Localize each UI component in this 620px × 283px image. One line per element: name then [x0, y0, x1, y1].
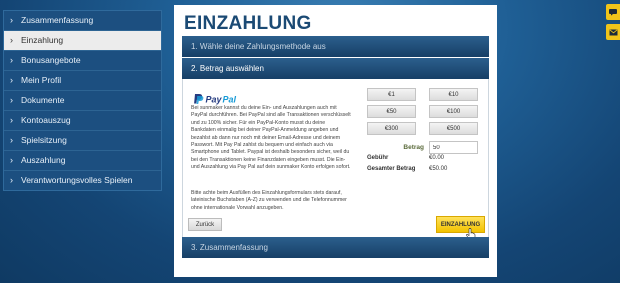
step-summary[interactable]: 3. Zusammenfassung [182, 237, 489, 258]
chevron-right-icon: › [10, 95, 13, 105]
amount-button-100[interactable]: €100 [429, 105, 478, 118]
sidebar-item-verantwortungsvolles-spielen[interactable]: › Verantwortungsvolles Spielen [4, 171, 161, 190]
chevron-right-icon: › [10, 155, 13, 165]
amount-input[interactable] [429, 141, 478, 154]
sidebar-item-zusammenfassung[interactable]: › Zusammenfassung [4, 11, 161, 31]
chevron-right-icon: › [10, 115, 13, 125]
sidebar-item-label: Auszahlung [21, 155, 66, 165]
sidebar-item-label: Zusammenfassung [21, 15, 94, 25]
deposit-panel: EINZAHLUNG 1. Wähle deine Zahlungsmethod… [174, 5, 497, 277]
chevron-right-icon: › [10, 175, 13, 185]
sidebar-item-bonusangebote[interactable]: › Bonusangebote [4, 51, 161, 71]
paypal-logo-pay: Pay [206, 95, 223, 105]
step-select-amount[interactable]: 2. Betrag auswählen [182, 58, 489, 79]
sidebar-item-label: Einzahlung [21, 35, 64, 45]
page-title: EINZAHLUNG [184, 13, 312, 34]
sidebar-item-label: Mein Profil [21, 75, 62, 85]
paypal-logo-pal: Pal [223, 95, 237, 105]
amount-button-50[interactable]: €50 [367, 105, 416, 118]
sidebar-item-auszahlung[interactable]: › Auszahlung [4, 151, 161, 171]
chevron-right-icon: › [10, 75, 13, 85]
chevron-right-icon: › [10, 135, 13, 145]
total-value: €50.00 [429, 166, 448, 172]
amount-step-body: Pay Pal Bei sunmaker kannst du deine Ein… [182, 79, 489, 240]
step-payment-method[interactable]: 1. Wähle deine Zahlungsmethode aus [182, 36, 489, 57]
back-button[interactable]: Zurück [188, 218, 222, 231]
amount-button-500[interactable]: €500 [429, 122, 478, 135]
form-notice: Bitte achte beim Ausfüllen des Einzahlun… [191, 190, 347, 211]
amount-button-1[interactable]: €1 [367, 88, 416, 101]
sidebar-item-kontoauszug[interactable]: › Kontoauszug [4, 111, 161, 131]
chevron-right-icon: › [10, 35, 13, 45]
mail-icon [609, 28, 617, 35]
sidebar-item-spielsitzung[interactable]: › Spielsitzung [4, 131, 161, 151]
amount-label: Betrag [403, 144, 424, 151]
sidebar-item-label: Verantwortungsvolles Spielen [21, 175, 133, 185]
fee-value: €0.00 [429, 155, 445, 161]
paypal-description: Bei sunmaker kannst du deine Ein- und Au… [191, 105, 351, 171]
sidebar-item-einzahlung[interactable]: › Einzahlung [4, 31, 161, 51]
sidebar-item-label: Spielsitzung [21, 135, 67, 145]
sidebar-item-dokumente[interactable]: › Dokumente [4, 91, 161, 111]
sidebar-item-label: Bonusangebote [21, 55, 81, 65]
amount-button-10[interactable]: €10 [429, 88, 478, 101]
deposit-submit-button[interactable]: EINZAHLUNG [436, 216, 485, 233]
account-sidebar: › Zusammenfassung › Einzahlung › Bonusan… [3, 10, 162, 191]
sidebar-item-mein-profil[interactable]: › Mein Profil [4, 71, 161, 91]
chat-icon [608, 9, 617, 16]
fee-label: Gebühr [367, 155, 389, 161]
total-label: Gesamter Betrag [367, 166, 416, 172]
chevron-right-icon: › [10, 55, 13, 65]
contact-mail-tab[interactable] [606, 24, 620, 40]
chevron-right-icon: › [10, 15, 13, 25]
sidebar-item-label: Kontoauszug [21, 115, 71, 125]
paypal-logo: Pay Pal [194, 94, 237, 105]
amount-button-300[interactable]: €300 [367, 122, 416, 135]
sidebar-item-label: Dokumente [21, 95, 65, 105]
live-chat-tab[interactable] [606, 4, 620, 20]
